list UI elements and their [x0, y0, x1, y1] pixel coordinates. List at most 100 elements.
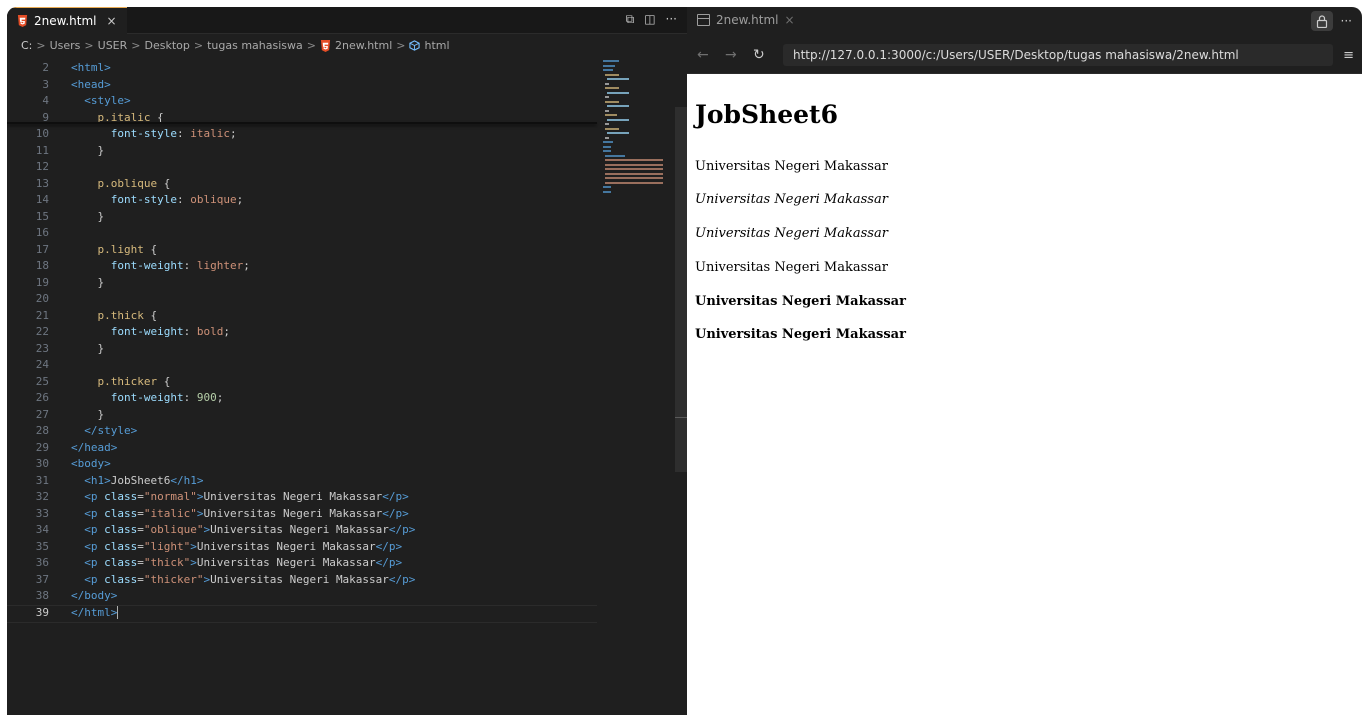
code-token: <body> — [71, 457, 111, 470]
code-line[interactable]: 30 <body> — [7, 456, 597, 473]
lock-icon[interactable] — [1310, 11, 1333, 31]
code-editor: 2new.html × ⧉ ◫ ··· C: > Users > USER > … — [7, 7, 687, 715]
line-number: 33 — [35, 506, 49, 520]
line-content: font-style: italic; — [71, 126, 237, 143]
minimap-line — [603, 145, 611, 148]
code-line[interactable]: 19 } — [7, 275, 597, 292]
code-line[interactable]: 22 font-weight: bold; — [7, 324, 597, 341]
minimap-line — [605, 154, 625, 157]
more-actions-icon[interactable]: ··· — [666, 12, 677, 27]
breadcrumb-item[interactable]: tugas mahasiswa — [207, 39, 303, 52]
code-token: font-style — [110, 127, 177, 140]
breadcrumb-item[interactable]: USER — [98, 39, 128, 52]
code-line[interactable]: 16 — [7, 225, 597, 242]
breadcrumb-item[interactable]: 2new.html — [335, 39, 392, 52]
url-bar[interactable]: http://127.0.0.1:3000/c:/Users/USER/Desk… — [783, 44, 1333, 66]
code-line[interactable]: 11 } — [7, 143, 597, 160]
code-token: = — [137, 539, 144, 553]
code-line[interactable]: 25 p.thicker { — [7, 374, 597, 391]
code-token: <p — [84, 506, 105, 520]
code-token: </style> — [84, 424, 138, 437]
line-content: <html> — [71, 60, 111, 77]
code-line[interactable]: 27 } — [7, 407, 597, 424]
minimap-line — [605, 168, 663, 170]
line-content: p.thick { — [71, 308, 158, 325]
close-icon[interactable]: × — [784, 13, 794, 27]
breadcrumb-drive[interactable]: C: — [21, 39, 32, 52]
code-line[interactable]: 2 <html> — [7, 60, 597, 77]
line-number: 22 — [35, 325, 49, 338]
open-preview-icon[interactable]: ⧉ — [626, 12, 635, 27]
menu-icon[interactable]: ≡ — [1343, 48, 1354, 63]
more-actions-icon[interactable]: ··· — [1341, 14, 1352, 28]
code-line[interactable]: 17 p.light { — [7, 242, 597, 259]
html5-icon — [17, 15, 28, 27]
browser-tab-label: 2new.html — [716, 13, 779, 27]
line-number: 39 — [35, 605, 49, 619]
chevron-right-icon: > — [84, 39, 94, 52]
line-content: } — [71, 341, 104, 358]
code-line[interactable]: 14 font-style: oblique; — [7, 192, 597, 209]
code-line[interactable]: 24 — [7, 357, 597, 374]
code-line[interactable]: 33 <p class="italic">Universitas Negeri … — [7, 506, 597, 523]
code-line[interactable]: 20 — [7, 291, 597, 308]
minimap-line — [603, 141, 613, 143]
code-line[interactable]: 31 <h1>JobSheet6</h1> — [7, 473, 597, 490]
breadcrumb-item[interactable]: Users — [50, 39, 81, 52]
code-token: class — [104, 556, 138, 569]
code-token: </head> — [71, 440, 118, 454]
code-line[interactable]: 37 <p class="thicker">Universitas Negeri… — [7, 572, 597, 589]
minimap-line — [605, 73, 619, 76]
breadcrumb-item[interactable]: html — [424, 39, 449, 52]
line-content: <h1>JobSheet6</h1> — [71, 473, 203, 490]
editor-tab[interactable]: 2new.html × — [7, 7, 127, 34]
code-line[interactable]: 12 — [7, 159, 597, 176]
minimap-line — [607, 78, 629, 80]
minimap-line — [605, 163, 663, 166]
reload-icon[interactable]: ↻ — [753, 47, 765, 63]
code-line[interactable]: 15 } — [7, 209, 597, 226]
browser-navbar: ← → ↻ http://127.0.0.1:3000/c:/Users/USE… — [687, 39, 1362, 74]
back-icon[interactable]: ← — [697, 47, 709, 63]
code-line[interactable]: 4 <style> — [7, 93, 597, 110]
code-line[interactable]: 29 </head> — [7, 440, 597, 457]
code-token: <p — [84, 556, 105, 569]
code-line[interactable]: 34 <p class="oblique">Universitas Negeri… — [7, 522, 597, 539]
line-content: <body> — [71, 456, 111, 473]
code-line[interactable]: 10 font-style: italic; — [7, 126, 597, 143]
breadcrumb-item[interactable]: Desktop — [145, 39, 190, 52]
code-line[interactable]: 23 } — [7, 341, 597, 358]
code-line[interactable]: 35 <p class="light">Universitas Negeri M… — [7, 539, 597, 556]
code-line[interactable]: 38 </body> — [7, 588, 597, 605]
minimap[interactable] — [595, 60, 665, 210]
line-content: <p class="italic">Universitas Negeri Mak… — [71, 506, 409, 523]
code-token: ; — [223, 325, 230, 338]
code-line[interactable]: 36 <p class="thick">Universitas Negeri M… — [7, 555, 597, 572]
code-line[interactable]: 28 </style> — [7, 423, 597, 440]
line-number: 35 — [35, 539, 49, 553]
code-line[interactable]: 32 <p class="normal">Universitas Negeri … — [7, 489, 597, 506]
code-token: <p — [84, 523, 105, 536]
close-icon[interactable]: × — [106, 14, 116, 28]
code-line[interactable]: 13 p.oblique { — [7, 176, 597, 193]
split-editor-icon[interactable]: ◫ — [644, 12, 655, 27]
browser-tab[interactable]: 2new.html × — [697, 13, 795, 27]
line-number: 19 — [35, 275, 49, 289]
code-line[interactable]: 3 <head> — [7, 77, 597, 94]
forward-icon[interactable]: → — [725, 47, 737, 63]
paragraph-normal: Universitas Negeri Makassar — [695, 159, 888, 174]
code-area[interactable]: 2 <html> 3 <head> 4 <style> 9 p.italic {10 fo… — [7, 60, 597, 623]
code-line[interactable]: 18 font-weight: lighter; — [7, 258, 597, 275]
minimap-line — [605, 177, 663, 179]
code-line[interactable]: 26 font-weight: 900; — [7, 390, 597, 407]
code-token: ; — [216, 391, 224, 404]
line-content: <style> — [71, 93, 130, 110]
code-token: JobSheet6 — [110, 473, 171, 487]
line-number: 15 — [35, 209, 49, 223]
code-line[interactable]: 21 p.thick { — [7, 308, 597, 325]
code-line[interactable]: 39 </html> — [7, 604, 597, 623]
